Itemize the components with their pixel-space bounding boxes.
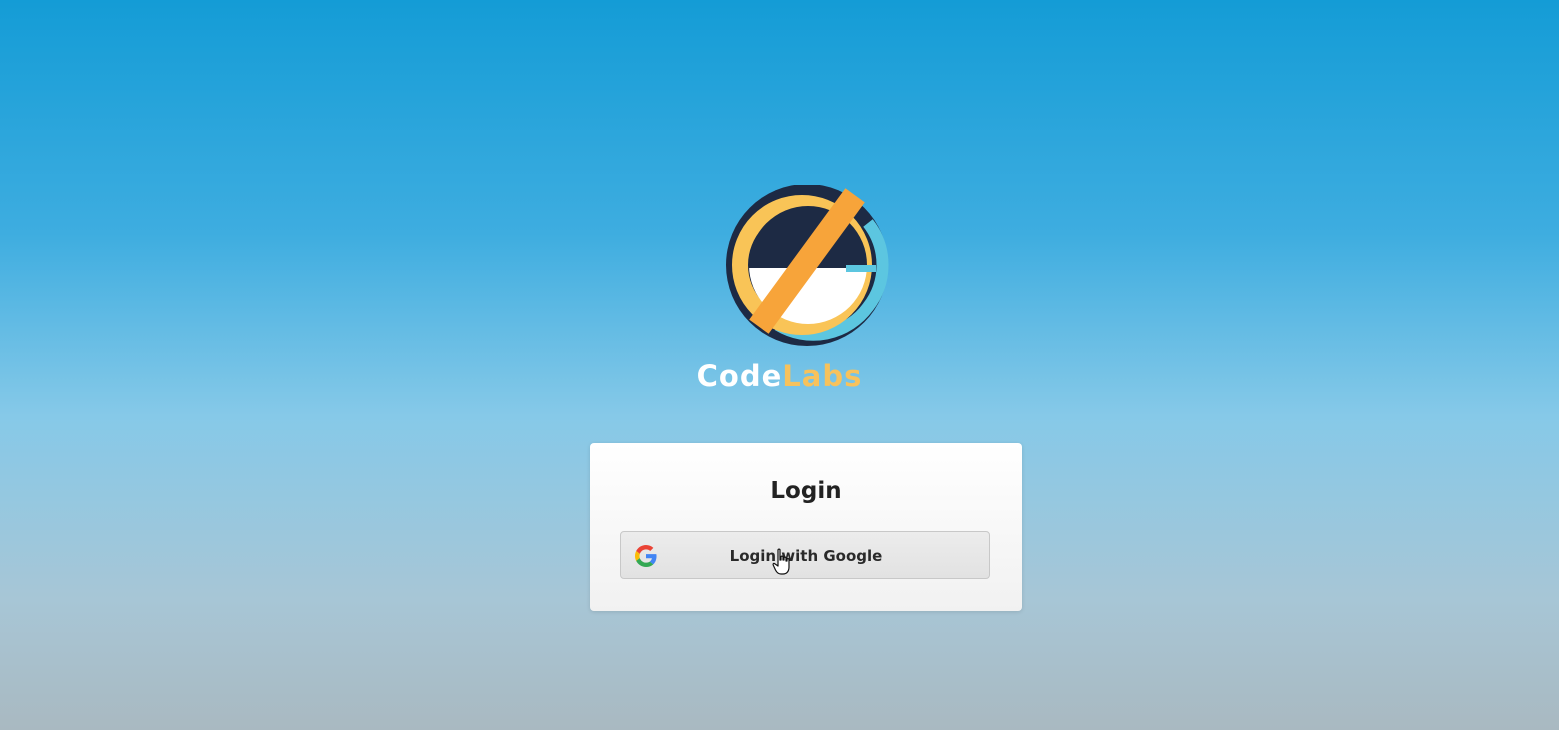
- brand-name-part1: Code: [696, 359, 783, 393]
- login-card: Login Login with Google: [590, 443, 1022, 611]
- login-with-google-button[interactable]: Login with Google: [620, 531, 990, 579]
- brand-name: CodeLabs: [0, 357, 1559, 395]
- brand-name-part2: Labs: [782, 359, 863, 393]
- codelabs-logo-icon: [718, 185, 898, 350]
- login-title: Login: [770, 478, 842, 504]
- login-with-google-label: Login with Google: [729, 547, 883, 565]
